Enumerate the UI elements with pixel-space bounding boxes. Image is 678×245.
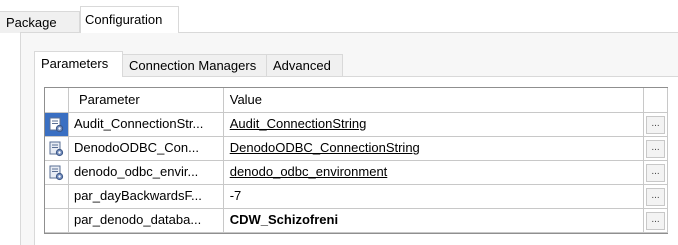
parameter-name-cell[interactable]: par_denodo_databa... bbox=[69, 209, 224, 232]
package-configuration-dialog: Package Configuration Parameters Connect… bbox=[0, 0, 678, 245]
header-button-column bbox=[644, 88, 669, 112]
edit-button-cell: ... bbox=[644, 137, 668, 160]
parameter-name-cell[interactable]: par_dayBackwardsF... bbox=[69, 185, 224, 208]
grid-row[interactable]: Audit_ConnectionStr... Audit_ConnectionSt… bbox=[45, 113, 668, 137]
edit-button-cell: ... bbox=[644, 185, 668, 208]
parameters-grid: Parameter Value Audit_ConnectionStr... Au… bbox=[44, 87, 669, 234]
edit-value-button[interactable]: ... bbox=[646, 115, 666, 134]
parameter-value-cell[interactable]: Audit_ConnectionString bbox=[224, 113, 645, 136]
parameter-value-cell[interactable]: -7 bbox=[224, 185, 645, 208]
tab-parameters[interactable]: Parameters bbox=[34, 51, 123, 77]
edit-button-cell: ... bbox=[644, 209, 668, 232]
edit-button-cell: ... bbox=[644, 161, 668, 184]
grid-body: Audit_ConnectionStr... Audit_ConnectionSt… bbox=[45, 113, 668, 233]
column-header-parameter[interactable]: Parameter bbox=[69, 88, 224, 112]
grid-row[interactable]: par_dayBackwardsF... -7... bbox=[45, 185, 668, 209]
grid-header-row: Parameter Value bbox=[45, 88, 669, 113]
parameter-name-cell[interactable]: DenodoODBC_Con... bbox=[69, 137, 224, 160]
edit-value-button[interactable]: ... bbox=[646, 211, 666, 230]
grid-row[interactable]: denodo_odbc_envir... denodo_odbc_environm… bbox=[45, 161, 668, 185]
edit-value-button[interactable]: ... bbox=[646, 187, 666, 206]
edit-button-cell: ... bbox=[644, 113, 668, 136]
parameter-value-text: -7 bbox=[229, 188, 242, 203]
parameter-value-text: CDW_Schizofreni bbox=[229, 212, 339, 227]
connection-parameter-icon bbox=[45, 113, 69, 136]
connection-string-link[interactable]: DenodoODBC_ConnectionString bbox=[230, 140, 420, 155]
grid-row[interactable]: par_denodo_databa... CDW_Schizofreni... bbox=[45, 209, 668, 233]
edit-value-button[interactable]: ... bbox=[646, 163, 666, 182]
tab-advanced[interactable]: Advanced bbox=[267, 54, 343, 76]
parameter-name-cell[interactable]: denodo_odbc_envir... bbox=[69, 161, 224, 184]
tab-configuration[interactable]: Configuration bbox=[80, 6, 179, 33]
row-icon-cell bbox=[45, 209, 69, 232]
parameter-value-cell[interactable]: DenodoODBC_ConnectionString bbox=[224, 137, 645, 160]
column-header-value[interactable]: Value bbox=[224, 88, 645, 112]
connection-parameter-icon bbox=[45, 137, 69, 160]
row-icon-cell bbox=[45, 185, 69, 208]
outer-tab-strip: Package Configuration bbox=[0, 0, 678, 33]
parameter-value-cell[interactable]: CDW_Schizofreni bbox=[224, 209, 645, 232]
header-icon-column bbox=[45, 88, 69, 112]
grid-row[interactable]: DenodoODBC_Con... DenodoODBC_ConnectionSt… bbox=[45, 137, 668, 161]
connection-parameter-icon bbox=[45, 161, 69, 184]
parameter-name-cell[interactable]: Audit_ConnectionStr... bbox=[69, 113, 224, 136]
connection-string-link[interactable]: Audit_ConnectionString bbox=[230, 116, 367, 131]
connection-string-link[interactable]: denodo_odbc_environment bbox=[230, 164, 388, 179]
tab-connection-managers[interactable]: Connection Managers bbox=[123, 54, 267, 76]
tab-package[interactable]: Package bbox=[0, 11, 80, 33]
edit-value-button[interactable]: ... bbox=[646, 139, 666, 158]
parameter-value-cell[interactable]: denodo_odbc_environment bbox=[224, 161, 645, 184]
